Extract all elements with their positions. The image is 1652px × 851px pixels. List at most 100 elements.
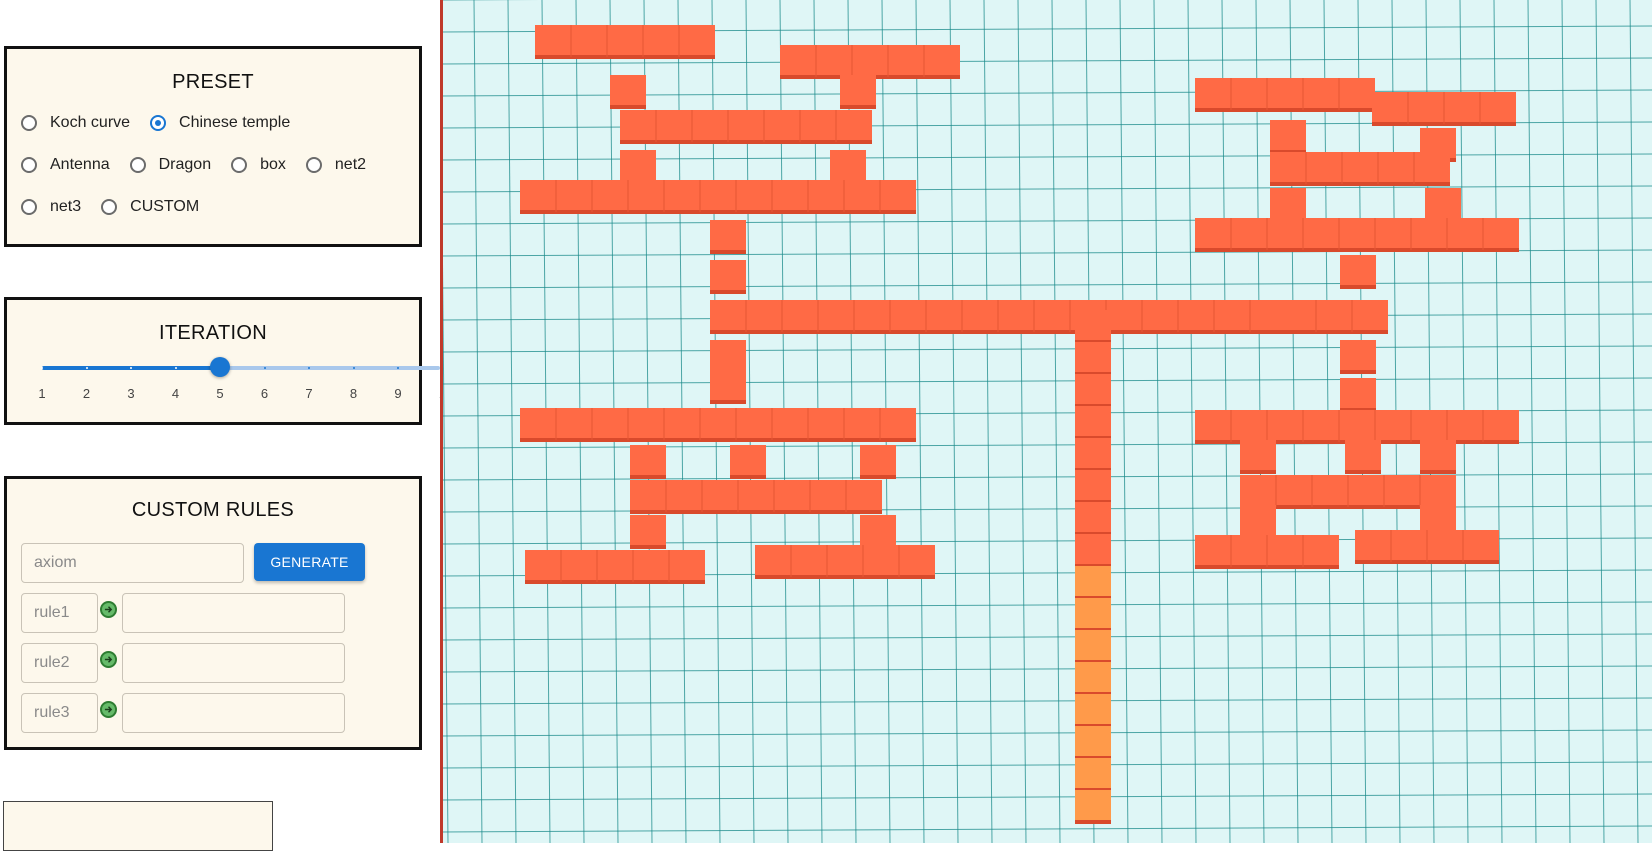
rule2-value-input[interactable]	[135, 654, 344, 672]
radio-icon	[21, 199, 37, 215]
voxel-block	[1075, 310, 1111, 344]
slider-tick-label: 6	[260, 386, 269, 401]
arrow-right-icon	[100, 601, 117, 618]
voxel-block	[630, 515, 666, 549]
rule2-name-field[interactable]	[21, 643, 98, 683]
radio-icon	[231, 157, 248, 173]
voxel-block	[1075, 502, 1111, 536]
iteration-slider-thumb[interactable]	[210, 357, 230, 377]
voxel-block	[1075, 342, 1111, 376]
rule3-name-field[interactable]	[21, 693, 98, 733]
voxel-block	[1420, 440, 1456, 474]
axiom-field[interactable]	[21, 543, 244, 583]
rule2-name-input[interactable]	[34, 654, 97, 672]
voxel-block	[1240, 475, 1456, 509]
voxel-block	[535, 25, 715, 59]
voxel-scene	[440, 0, 1652, 843]
rule1-value-input[interactable]	[135, 604, 344, 622]
arrow-right-icon	[100, 651, 117, 668]
slider-tick-label: 5	[216, 386, 224, 401]
voxel-block	[520, 180, 916, 214]
voxel-block	[1075, 726, 1111, 760]
voxel-block	[620, 150, 656, 184]
canvas-border	[440, 0, 443, 843]
voxel-block	[1195, 78, 1375, 112]
voxel-block	[1340, 378, 1376, 412]
voxel-block	[1075, 694, 1111, 728]
preset-option-box[interactable]: box	[231, 156, 286, 174]
radio-icon	[101, 199, 118, 215]
radio-selected-icon	[150, 115, 167, 131]
preset-title: PRESET	[172, 71, 254, 93]
voxel-block	[710, 300, 1286, 334]
voxel-block	[1195, 218, 1519, 252]
slider-tick-label: 2	[82, 386, 91, 401]
radio-icon	[129, 157, 146, 173]
voxel-block	[710, 260, 746, 294]
voxel-block	[520, 408, 916, 442]
voxel-block	[1240, 440, 1276, 474]
radio-icon	[21, 115, 37, 131]
slider-tick-mark	[263, 367, 266, 369]
slider-tick-label: 8	[349, 386, 358, 401]
slider-tick-mark	[174, 367, 177, 369]
preset-option-chinese-temple[interactable]: Chinese temple	[150, 114, 290, 132]
preset-option-net3[interactable]: net3	[21, 198, 81, 216]
preset-row-3: net3 CUSTOM	[21, 198, 219, 216]
voxel-block	[1075, 470, 1111, 504]
slider-tick-mark	[130, 367, 132, 369]
preset-option-antenna[interactable]: Antenna	[21, 156, 110, 174]
rule2-value-field[interactable]	[122, 643, 345, 683]
voxel-block	[1425, 188, 1461, 222]
voxel-block	[1270, 152, 1450, 186]
preset-option-dragon[interactable]: Dragon	[129, 156, 211, 174]
voxel-block	[1075, 790, 1111, 824]
voxel-block	[630, 480, 882, 514]
rule3-value-input[interactable]	[135, 704, 344, 722]
voxel-block	[1270, 120, 1306, 154]
rule1-name-input[interactable]	[34, 604, 97, 622]
slider-tick-label: 3	[127, 386, 135, 401]
voxel-block	[1372, 92, 1516, 126]
render-canvas[interactable]	[440, 0, 1652, 843]
voxel-block	[1345, 440, 1381, 474]
radio-icon	[305, 157, 322, 173]
slider-tick-mark	[85, 367, 88, 369]
arrow-right-icon	[100, 701, 117, 718]
preset-option-koch-curve[interactable]: Koch curve	[21, 114, 130, 132]
voxel-block	[780, 45, 960, 79]
voxel-block	[1075, 598, 1111, 632]
preset-panel: PRESET	[4, 46, 422, 247]
voxel-block	[1075, 662, 1111, 696]
voxel-block	[830, 150, 866, 184]
radio-icon	[21, 157, 37, 173]
voxel-block	[610, 75, 646, 109]
custom-rules-title: CUSTOM RULES	[131, 499, 295, 521]
axiom-input[interactable]	[34, 554, 243, 572]
voxel-block	[1195, 410, 1519, 444]
voxel-block	[630, 445, 666, 479]
output-panel	[3, 801, 273, 851]
slider-tick-label: 1	[38, 386, 46, 401]
slider-tick-mark	[308, 367, 310, 369]
voxel-block	[755, 545, 935, 579]
slider-tick-mark	[352, 367, 355, 369]
generate-button[interactable]: GENERATE	[254, 543, 365, 581]
voxel-block	[1340, 255, 1376, 289]
slider-tick-mark	[41, 367, 43, 369]
preset-option-net2[interactable]: net2	[305, 156, 366, 174]
rule3-value-field[interactable]	[122, 693, 345, 733]
rule3-name-input[interactable]	[34, 704, 97, 722]
voxel-block	[1075, 534, 1111, 568]
voxel-block	[710, 220, 746, 254]
voxel-block	[1075, 758, 1111, 792]
voxel-block	[620, 110, 872, 144]
voxel-block	[840, 75, 876, 109]
iteration-title: ITERATION	[159, 322, 267, 344]
voxel-block	[1280, 300, 1388, 334]
rule1-name-field[interactable]	[21, 593, 98, 633]
voxel-block	[1075, 438, 1111, 472]
rule1-value-field[interactable]	[122, 593, 345, 633]
voxel-block	[1340, 340, 1376, 374]
preset-option-custom[interactable]: CUSTOM	[101, 198, 199, 216]
